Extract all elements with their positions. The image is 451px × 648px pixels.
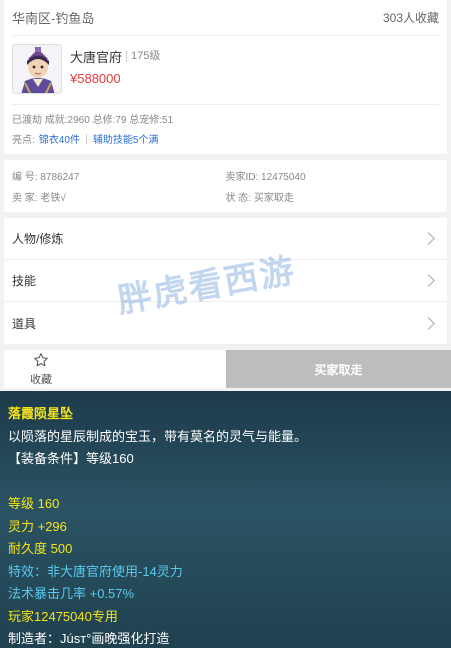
item-effect: 特效：非大唐官府使用-14灵力 bbox=[8, 563, 183, 579]
nav-item-skills[interactable]: 技能 bbox=[4, 260, 447, 302]
item-spirit: 灵力 +296 bbox=[8, 518, 67, 534]
highlight-item[interactable]: 锦衣40件 bbox=[39, 131, 80, 146]
role-name: 大唐官府 bbox=[70, 50, 123, 65]
item-durability: 耐久度 500 bbox=[8, 541, 73, 556]
stats-line: 已渡劫 成就:2960 总修:79 总宠修:51 bbox=[12, 115, 174, 126]
favorite-label: 收藏 bbox=[30, 373, 52, 386]
favorite-count: 303人收藏 bbox=[382, 11, 439, 25]
listing-meta: 编 号: 8786247 卖家ID: 12475040 卖 家: 老铁√ 状 态… bbox=[4, 160, 447, 212]
seller-id: 卖家ID: 12475040 bbox=[225, 172, 306, 183]
buy-button[interactable]: 买家取走 bbox=[226, 350, 451, 388]
favorite-button[interactable]: 收藏 bbox=[4, 350, 78, 388]
role-avatar bbox=[12, 44, 62, 94]
listing-status: 状 态: 买家取走 bbox=[225, 193, 294, 204]
nav-item-character[interactable]: 人物/修炼 bbox=[4, 218, 447, 260]
star-icon bbox=[33, 352, 49, 371]
action-bar: 收藏 买家取走 bbox=[4, 350, 451, 388]
nav-item-items[interactable]: 道具 bbox=[4, 302, 447, 344]
role-summary[interactable]: 大唐官府 175级 ¥588000 bbox=[12, 36, 439, 105]
item-requirement: 【装备条件】等级160 bbox=[8, 451, 134, 466]
chevron-right-icon bbox=[422, 316, 435, 330]
role-card: 华南区-钓鱼岛 303人收藏 大唐官府 175级 ¥588000 已渡劫 成就:… bbox=[4, 0, 447, 154]
card-header: 华南区-钓鱼岛 303人收藏 bbox=[12, 0, 439, 36]
role-level: 175级 bbox=[126, 51, 160, 62]
role-stats: 已渡劫 成就:2960 总修:79 总宠修:51 亮点: 锦衣40件 辅助技能5… bbox=[12, 105, 439, 154]
nav-item-label: 技能 bbox=[12, 274, 37, 288]
item-name: 落霞陨星坠 bbox=[8, 406, 74, 421]
item-description: 以陨落的星辰制成的宝玉，带有莫名的灵气与能量。 bbox=[8, 428, 308, 444]
highlight-item[interactable]: 辅助技能5个满 bbox=[93, 131, 159, 146]
chevron-right-icon bbox=[422, 274, 435, 287]
seller-name: 卖 家: 老铁√ bbox=[12, 193, 66, 204]
item-tooltip: 落霞陨星坠 以陨落的星辰制成的宝玉，带有莫名的灵气与能量。 【装备条件】等级16… bbox=[0, 391, 451, 648]
detail-nav: 人物/修炼 技能 道具 bbox=[4, 218, 447, 344]
item-owner: 玩家12475040专用 bbox=[8, 608, 118, 624]
price: ¥588000 bbox=[70, 71, 121, 86]
listing-id: 编 号: 8786247 bbox=[12, 172, 80, 183]
item-crit: 法术暴击几率 +0.57% bbox=[8, 586, 135, 601]
nav-item-label: 道具 bbox=[12, 316, 37, 331]
chevron-right-icon bbox=[422, 232, 435, 245]
divider bbox=[85, 133, 87, 144]
server-name: 华南区-钓鱼岛 bbox=[12, 11, 95, 26]
nav-item-label: 人物/修炼 bbox=[12, 232, 64, 246]
highlight-label: 亮点: bbox=[12, 135, 35, 146]
item-level: 等级 160 bbox=[8, 496, 60, 511]
item-maker: 制造者：Júsт°画晚强化打造 bbox=[8, 631, 170, 646]
